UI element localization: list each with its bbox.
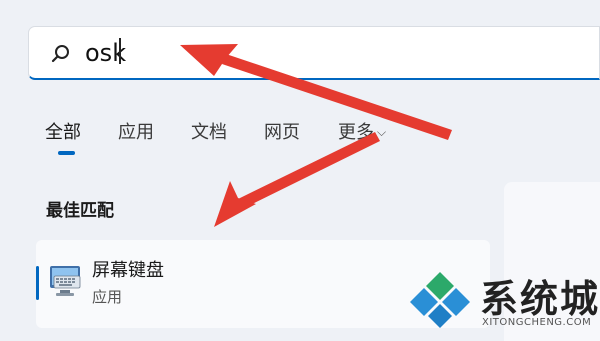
search-box[interactable] xyxy=(28,26,600,80)
tab-apps[interactable]: 应用 xyxy=(118,118,154,144)
search-input[interactable] xyxy=(85,35,565,71)
selection-accent xyxy=(36,266,39,300)
tab-more[interactable]: 更多 ⌵ xyxy=(338,118,386,144)
active-tab-indicator xyxy=(58,151,75,155)
best-match-heading: 最佳匹配 xyxy=(46,201,114,221)
watermark-text: 系统城 xyxy=(480,277,600,321)
tab-web[interactable]: 网页 xyxy=(264,118,300,144)
on-screen-keyboard-icon xyxy=(50,266,81,296)
search-icon xyxy=(51,45,69,63)
tab-more-label: 更多 xyxy=(338,122,374,143)
result-title: 屏幕键盘 xyxy=(92,260,164,281)
result-subtitle: 应用 xyxy=(92,288,123,306)
watermark-logo xyxy=(410,272,470,328)
watermark-url: XITONGCHENG.COM xyxy=(482,317,592,328)
chevron-down-icon: ⌵ xyxy=(377,125,387,139)
text-caret xyxy=(119,38,121,64)
annotation-arrow-bottom xyxy=(214,132,380,227)
tab-all[interactable]: 全部 xyxy=(45,118,81,144)
tab-documents[interactable]: 文档 xyxy=(191,118,227,144)
